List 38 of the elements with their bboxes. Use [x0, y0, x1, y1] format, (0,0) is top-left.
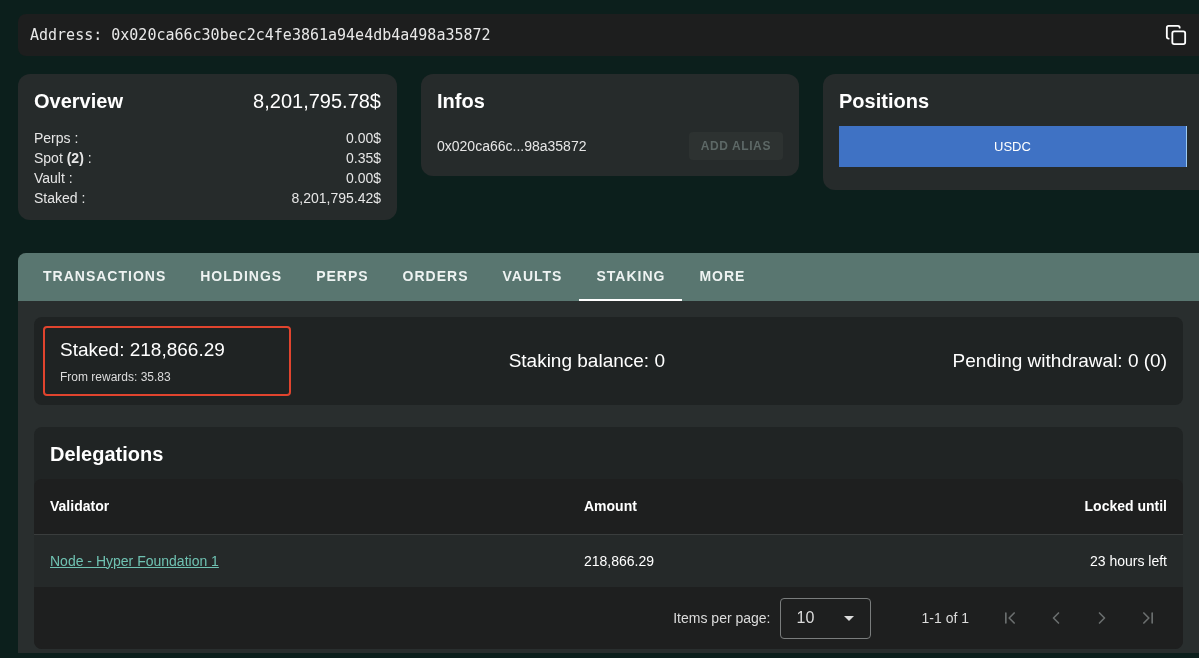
per-page-select[interactable]: 10	[779, 597, 871, 639]
staking-balance: Staking balance: 0	[508, 348, 665, 373]
staked-amount: Staked: 218,866.29	[60, 338, 226, 363]
column-header: Amount	[584, 497, 637, 516]
tab[interactable]: VAULTS	[485, 253, 580, 301]
overview-label: Perps :	[34, 129, 79, 148]
table-cell-text: 218,866.29	[584, 551, 655, 571]
overview-value: 0.00$	[345, 169, 381, 188]
tab[interactable]: HOLDINGS	[183, 253, 300, 301]
tab[interactable]: PERPS	[299, 253, 386, 301]
card-title: Overview	[34, 89, 123, 114]
overview-value: 8,201,795.42$	[291, 189, 381, 208]
table-cell-text: 23 hours left	[1089, 551, 1167, 571]
validator-link[interactable]: Node - Hyper Foundation 1	[50, 552, 219, 569]
tab[interactable]: STAKING	[579, 253, 683, 301]
card-title: Positions	[839, 89, 930, 114]
items-per-page-label: Items per page:	[673, 608, 771, 628]
column-header: Locked until	[1084, 497, 1167, 516]
card-title: Delegations	[49, 442, 165, 467]
tab[interactable]: MORE	[682, 253, 763, 301]
overview-label: Vault :	[34, 169, 73, 188]
dropdown-caret-icon	[843, 615, 854, 621]
card-title: Infos	[437, 89, 486, 114]
column-header: Validator	[50, 497, 111, 516]
usdc-segment: USDC	[839, 126, 1186, 167]
total-value: 8,201,795.78$	[253, 89, 381, 114]
address-text: Address: 0x020ca66c30bec2c4fe3861a94e4db4a498a35872	[30, 24, 491, 46]
short-address: 0x020ca66c...98a35872	[437, 136, 587, 156]
page-range: 1-1 of 1	[921, 608, 969, 628]
tab[interactable]: TRANSACTIONS	[26, 253, 184, 301]
overview-label: Staked :	[34, 189, 86, 208]
overview-value: 0.00$	[345, 129, 381, 148]
overview-label: Spot (2) :	[34, 149, 92, 168]
pending-withdrawal: Pending withdrawal: 0 (0)	[952, 348, 1167, 373]
tab[interactable]: ORDERS	[385, 253, 486, 301]
rewards-text: From rewards: 35.83	[60, 368, 172, 386]
copy-icon[interactable]	[1165, 24, 1187, 46]
overview-value: 0.35$	[345, 149, 381, 168]
